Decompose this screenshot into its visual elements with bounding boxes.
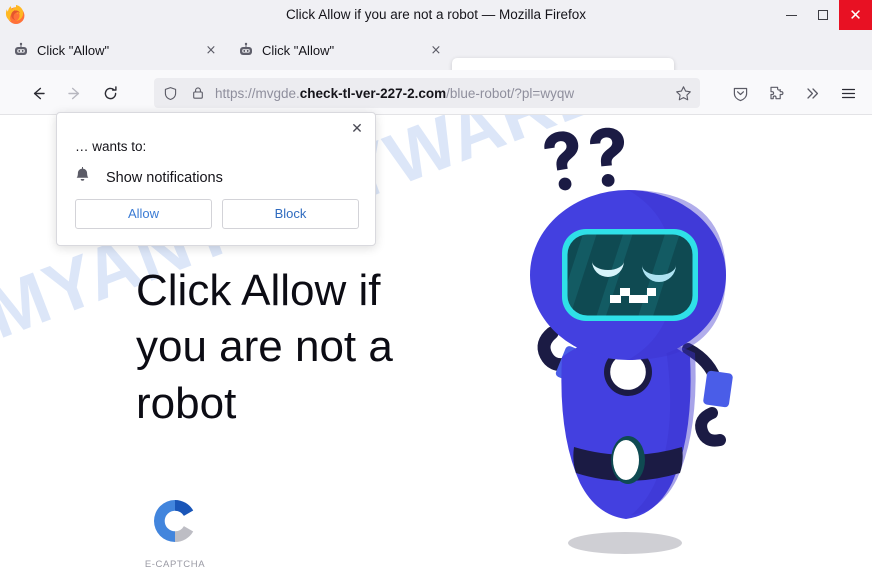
window-controls: ✕ — [775, 0, 872, 30]
url-host: check-tl-ver-227-2.com — [299, 85, 447, 101]
question-marks — [544, 127, 625, 191]
tab-bar: Click "Allow" × Click "Allow" × Click Al… — [0, 30, 872, 98]
tab-1-close-icon[interactable]: × — [202, 41, 220, 59]
reload-icon[interactable] — [96, 79, 124, 107]
allow-button[interactable]: Allow — [75, 199, 212, 229]
padlock-icon[interactable] — [191, 86, 205, 100]
browser-window: Click Allow if you are not a robot — Moz… — [0, 0, 872, 584]
block-button[interactable]: Block — [222, 199, 359, 229]
url-path: /blue-robot/?pl=wyqw — [446, 85, 575, 101]
robot-visor — [562, 229, 698, 321]
popup-close-icon[interactable]: ✕ — [346, 118, 368, 140]
ecaptcha-label: E-CAPTCHA — [144, 559, 206, 570]
minimize-icon[interactable] — [775, 0, 807, 30]
tab-2-close-icon[interactable]: × — [427, 41, 445, 59]
window-title: Click Allow if you are not a robot — Moz… — [285, 7, 587, 22]
page-headline: Click Allow if you are not a robot — [136, 266, 393, 428]
robot-favicon — [238, 42, 254, 58]
close-icon[interactable]: ✕ — [839, 0, 872, 30]
tab-1[interactable]: Click "Allow" × — [4, 33, 226, 67]
ecaptcha-badge: E-CAPTCHA — [140, 493, 210, 570]
star-icon[interactable] — [675, 85, 692, 102]
url-bar[interactable]: https://mvgde.check-tl-ver-227-2.com/blu… — [154, 78, 700, 108]
notification-permission-popup: ✕ … wants to: Show notifications Allow B… — [56, 112, 376, 246]
puzzle-piece-icon[interactable] — [762, 79, 790, 107]
popup-origin-text: … wants to: — [75, 139, 147, 154]
url-text: https://mvgde.check-tl-ver-227-2.com/blu… — [215, 86, 675, 101]
url-prefix: https://mvgde. — [215, 85, 300, 101]
robot-shadow — [568, 532, 682, 554]
popup-buttons: Allow Block — [75, 199, 359, 229]
pocket-save-icon[interactable] — [726, 79, 754, 107]
back-arrow-icon[interactable] — [24, 79, 52, 107]
title-bar: Click Allow if you are not a robot — Moz… — [0, 0, 872, 30]
tab-2[interactable]: Click "Allow" × — [229, 33, 451, 67]
tab-2-title: Click "Allow" — [262, 42, 335, 58]
forward-arrow-icon — [60, 79, 88, 107]
popup-request-row: Show notifications — [75, 167, 223, 188]
double-chevron-right-icon[interactable] — [798, 79, 826, 107]
tab-1-title: Click "Allow" — [37, 42, 110, 58]
confused-blue-robot-icon — [420, 125, 800, 584]
maximize-icon[interactable] — [807, 0, 839, 30]
robot-favicon — [13, 42, 29, 58]
hamburger-menu-icon[interactable] — [834, 79, 862, 107]
popup-request-label: Show notifications — [106, 169, 223, 186]
shield-icon[interactable] — [163, 86, 178, 101]
bell-icon — [75, 167, 90, 188]
ecaptcha-c-logo-icon — [147, 500, 203, 553]
